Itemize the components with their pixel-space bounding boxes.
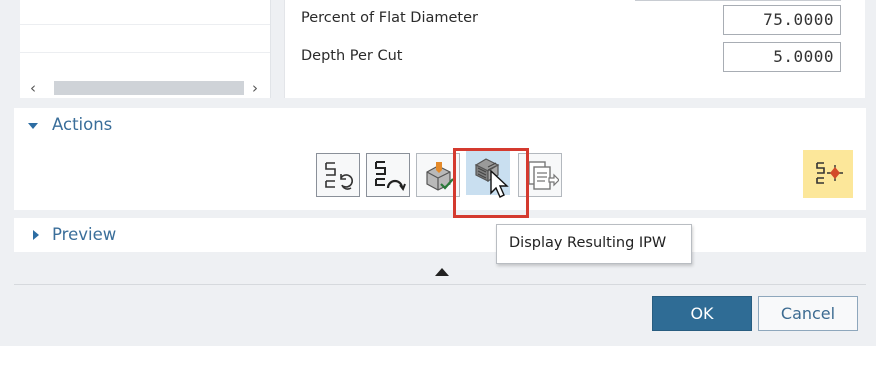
actions-title[interactable]: Actions — [52, 115, 112, 134]
depth-per-cut-label: Depth Per Cut — [301, 48, 403, 64]
mouse-cursor-icon — [490, 170, 509, 198]
field-edge — [635, 0, 841, 1]
generate-button[interactable] — [316, 153, 360, 197]
preview-section: Preview — [14, 218, 866, 252]
scrollbar-thumb[interactable] — [54, 81, 244, 95]
scroll-left-icon[interactable]: ‹ — [24, 79, 42, 97]
list-row-divider — [20, 52, 270, 53]
list-row-divider — [20, 24, 270, 25]
verify-icon — [426, 162, 454, 191]
cut-parameters-panel: Percent of Flat Diameter 75.0000 Depth P… — [284, 0, 865, 98]
scroll-right-icon[interactable]: › — [246, 79, 264, 97]
horizontal-scrollbar[interactable]: ‹ › — [20, 78, 270, 98]
tooltip: Display Resulting IPW — [496, 224, 692, 264]
generate-icon — [325, 162, 354, 190]
cancel-button[interactable]: Cancel — [758, 296, 858, 331]
background-area — [0, 346, 880, 378]
feature-flow-icon — [816, 162, 843, 184]
footer-divider — [14, 284, 866, 285]
operation-dialog: ‹ › Percent of Flat Diameter 75.0000 Dep… — [0, 0, 876, 346]
collapse-up-icon[interactable] — [435, 268, 449, 276]
feature-toggle-button[interactable] — [803, 150, 853, 198]
percent-flat-diameter-input[interactable]: 75.0000 — [723, 5, 841, 35]
collapse-triangle-icon[interactable] — [28, 123, 38, 129]
preview-title[interactable]: Preview — [52, 225, 116, 244]
ok-button[interactable]: OK — [652, 296, 752, 331]
replay-icon — [375, 161, 406, 192]
depth-per-cut-input[interactable]: 5.0000 — [723, 42, 841, 72]
expand-triangle-icon[interactable] — [33, 230, 39, 240]
percent-flat-diameter-label: Percent of Flat Diameter — [301, 10, 478, 26]
replay-button[interactable] — [366, 153, 410, 197]
